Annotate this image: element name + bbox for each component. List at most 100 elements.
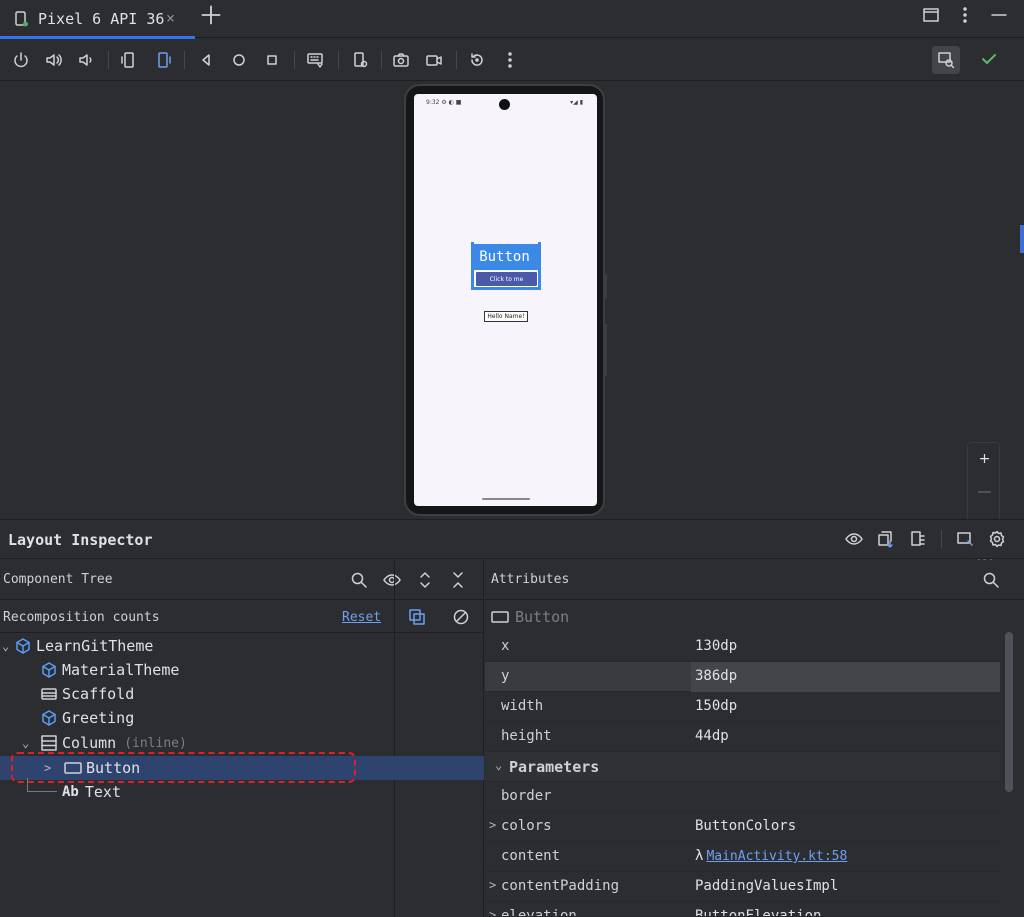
- selection-overlay-label: Button: [471, 244, 538, 270]
- tab-device[interactable]: Pixel 6 API 36 ×: [0, 0, 195, 39]
- scaffold-icon: [40, 685, 58, 703]
- gear-icon[interactable]: [988, 530, 1006, 548]
- attribute-row[interactable]: y 386dp: [485, 662, 1000, 692]
- layout-inspector-toggle-button[interactable]: [932, 46, 960, 74]
- attribute-value: λ MainActivity.kt:58: [695, 848, 847, 864]
- volume-up-icon[interactable]: [44, 50, 64, 70]
- tree-node-scaffold[interactable]: Scaffold: [0, 682, 484, 706]
- highlight-recompositions-icon[interactable]: [408, 608, 426, 626]
- attributes-title: Attributes: [491, 572, 570, 587]
- attribute-row[interactable]: > contentPadding PaddingValuesImpl: [485, 872, 1000, 902]
- tree-node-label: Column: [62, 734, 117, 752]
- attribute-row[interactable]: x 130dp: [485, 632, 1000, 662]
- tree-node-label: Scaffold: [62, 685, 135, 703]
- add-tab-button[interactable]: [200, 4, 222, 26]
- chevron-right-icon[interactable]: >: [489, 908, 496, 916]
- power-icon[interactable]: [11, 50, 31, 70]
- column-icon: [40, 734, 58, 752]
- attribute-row[interactable]: > colors ButtonColors: [485, 812, 1000, 842]
- device-screen[interactable]: 9:32 ⚙ ◐ ■ ▾◢ ▮ Button Click to me Hello…: [414, 94, 597, 506]
- minimize-icon[interactable]: [990, 6, 1008, 24]
- attribute-row[interactable]: > elevation ButtonElevation: [485, 902, 1000, 917]
- visibility-icon[interactable]: [383, 571, 401, 589]
- overview-icon[interactable]: [262, 50, 282, 70]
- attribute-row[interactable]: content λ MainActivity.kt:58: [485, 842, 1000, 872]
- search-icon[interactable]: [350, 571, 368, 589]
- device-icon: [12, 10, 30, 28]
- attribute-row[interactable]: width 150dp: [485, 692, 1000, 722]
- attribute-row[interactable]: height 44dp: [485, 722, 1000, 752]
- rotate-left-icon[interactable]: [119, 50, 139, 70]
- chevron-right-icon[interactable]: >: [489, 878, 496, 892]
- button-icon: [491, 608, 509, 626]
- tree-node-greeting[interactable]: Greeting: [0, 706, 484, 730]
- device-side-button: [604, 324, 607, 376]
- more-options-icon[interactable]: [956, 6, 974, 24]
- device-settings-icon[interactable]: [350, 50, 370, 70]
- zoom-out-button[interactable]: —: [968, 476, 1001, 508]
- attribute-key: contentPadding: [501, 878, 620, 894]
- snapshot-icon[interactable]: [467, 50, 487, 70]
- toolbar-divider: [941, 530, 942, 548]
- window-controls: [922, 6, 1008, 24]
- attribute-key: border: [501, 788, 552, 804]
- chevron-right-icon[interactable]: >: [489, 818, 496, 832]
- rotate-right-icon[interactable]: [153, 50, 173, 70]
- back-icon[interactable]: [196, 50, 216, 70]
- tree-node-text[interactable]: Ab Text: [0, 780, 484, 804]
- tree-node-materialtheme[interactable]: MaterialTheme: [0, 658, 484, 682]
- tab-title: Pixel 6 API 36: [38, 10, 165, 28]
- component-tree-header: Component Tree: [0, 560, 484, 600]
- skip-counts-icon[interactable]: [452, 608, 470, 626]
- chevron-down-icon[interactable]: ⌄: [2, 639, 14, 653]
- attributes-header: Attributes: [485, 560, 1024, 600]
- collapse-all-icon[interactable]: [449, 571, 467, 589]
- tab-bar: Pixel 6 API 36 ×: [0, 0, 1024, 39]
- highlight-annotation: [11, 752, 356, 783]
- parameters-section[interactable]: ⌄ Parameters: [485, 752, 1000, 782]
- layout-inspector-title: Layout Inspector: [8, 531, 153, 549]
- component-tree-title: Component Tree: [3, 572, 113, 587]
- tree-node-learngittheme[interactable]: ⌄ LearnGitTheme: [0, 634, 484, 658]
- volume-down-icon[interactable]: [77, 50, 97, 70]
- tab-close-icon[interactable]: ×: [166, 9, 175, 27]
- attributes-scrollbar[interactable]: [1005, 632, 1013, 792]
- more-options-icon[interactable]: [500, 50, 520, 70]
- attribute-value-highlight: [691, 662, 1000, 692]
- zoom-in-button[interactable]: +: [968, 443, 1001, 475]
- layout-toggle-icon[interactable]: [922, 6, 940, 24]
- attribute-value: 130dp: [695, 638, 738, 654]
- search-icon[interactable]: [982, 571, 1000, 589]
- check-icon[interactable]: [980, 50, 998, 68]
- camera-icon[interactable]: [391, 50, 411, 70]
- toolbar-divider: [456, 51, 457, 69]
- chevron-down-icon[interactable]: ⌄: [22, 736, 40, 750]
- toolbar-divider: [338, 51, 339, 69]
- component-tree-actions: [350, 571, 467, 589]
- keyboard-icon[interactable]: [305, 50, 325, 70]
- screen-record-icon[interactable]: [424, 50, 444, 70]
- lambda-icon: λ: [695, 848, 704, 864]
- gesture-nav-pill: [482, 498, 530, 500]
- attribute-row[interactable]: border: [485, 782, 1000, 812]
- attribute-value: ButtonColors: [695, 818, 797, 834]
- tree-node-label: Text: [84, 783, 121, 801]
- visibility-icon[interactable]: [845, 530, 863, 548]
- chevron-down-icon[interactable]: ⌄: [495, 758, 502, 772]
- source-link[interactable]: MainActivity.kt:58: [706, 849, 847, 864]
- toolbar-divider: [294, 51, 295, 69]
- attribute-key: elevation: [501, 908, 577, 917]
- export-snapshot-icon[interactable]: [877, 530, 895, 548]
- expand-all-icon[interactable]: [416, 571, 434, 589]
- select-target-icon[interactable]: [956, 530, 974, 548]
- app-button[interactable]: Click to me: [475, 271, 538, 287]
- inline-tag: (inline): [124, 735, 187, 751]
- home-icon[interactable]: [229, 50, 249, 70]
- attributes-panel: Attributes Button x 130dp y 386dp width …: [485, 560, 1024, 917]
- reset-link[interactable]: Reset: [342, 610, 381, 625]
- theme-cube-icon: [40, 709, 58, 727]
- recomposition-header: Recomposition counts Reset: [0, 601, 484, 633]
- load-snapshot-icon[interactable]: [909, 530, 927, 548]
- theme-cube-icon: [14, 637, 32, 655]
- attribute-value: 150dp: [695, 698, 738, 714]
